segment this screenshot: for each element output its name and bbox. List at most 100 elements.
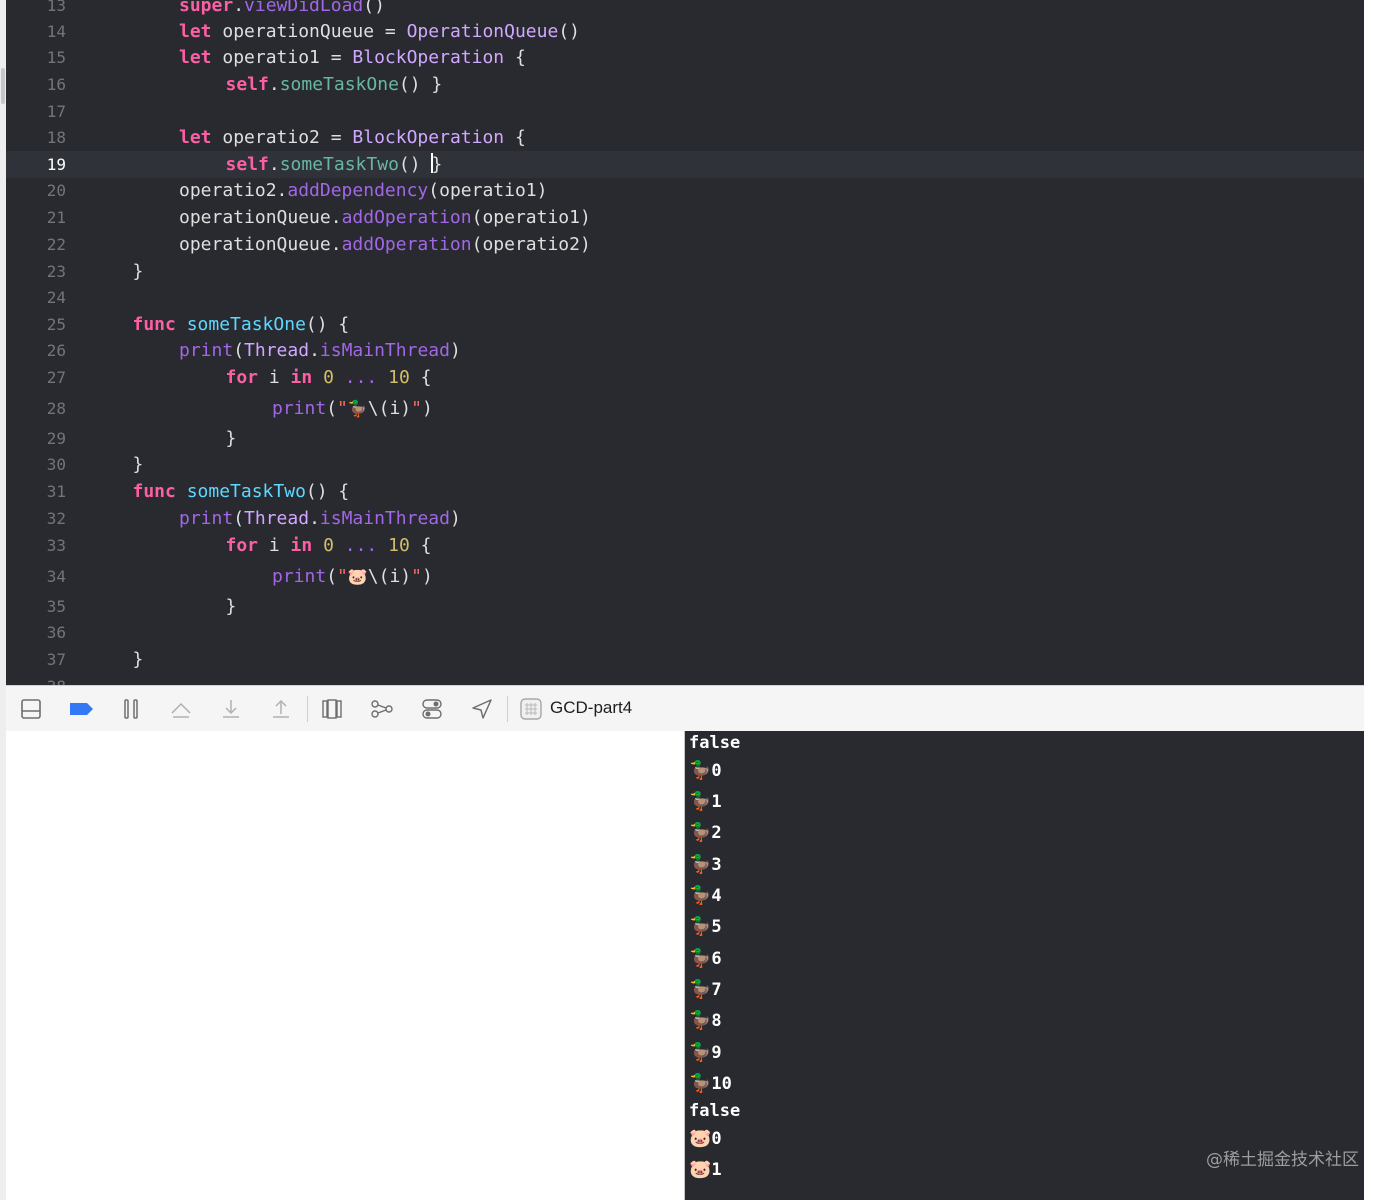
code-line[interactable]: 28 print("🦆\(i)") [6,395,1364,422]
line-number[interactable]: 27 [6,364,66,391]
code-line[interactable]: 18 let operatio2 = BlockOperation { [6,124,1364,151]
line-number[interactable]: 32 [6,505,66,532]
console-line[interactable]: 🦆0 [689,759,722,783]
console-line[interactable]: 🦆4 [689,884,722,908]
code-text[interactable]: } [133,646,144,673]
code-line[interactable]: 21 operationQueue.addOperation(operatio1) [6,204,1364,231]
pause-continue-button[interactable] [118,696,144,722]
code-line[interactable]: 29} [6,425,1364,452]
line-number[interactable]: 21 [6,204,66,231]
console-line[interactable]: 🦆1 [689,790,722,814]
code-line[interactable]: 15 let operatio1 = BlockOperation { [6,44,1364,71]
console-line[interactable]: 🦆6 [689,947,722,971]
code-text[interactable]: print("🦆\(i)") [272,395,433,422]
code-text[interactable]: print(Thread.isMainThread) [179,505,461,532]
code-line[interactable]: 31 func someTaskTwo() { [6,478,1364,505]
code-text[interactable]: func someTaskTwo() { [133,478,350,505]
environment-overrides-button[interactable] [419,696,445,722]
line-number[interactable]: 20 [6,177,66,204]
memory-graph-button[interactable] [369,696,395,722]
line-number[interactable]: 29 [6,425,66,452]
code-text[interactable]: } [226,593,237,620]
code-text[interactable]: operatio2.addDependency(operatio1) [179,177,547,204]
console-output[interactable]: false 🦆0 🦆1 🦆2 🦆3 🦆4 🦆5 🦆6 🦆7 🦆8 🦆9 🦆10 false 🐷0 🐷1 [685,731,1364,1200]
debug-view-hierarchy-button[interactable] [319,696,345,722]
code-line[interactable]: 26 print(Thread.isMainThread) [6,337,1364,364]
code-text[interactable]: let operatio2 = BlockOperation { [179,124,526,151]
line-number[interactable]: 28 [6,395,66,422]
code-line[interactable]: 17 [6,98,1364,125]
code-text[interactable]: operationQueue.addOperation(operatio1) [179,204,591,231]
code-text[interactable]: print(Thread.isMainThread) [179,337,461,364]
console-line[interactable]: 🦆7 [689,978,722,1002]
line-number[interactable]: 26 [6,337,66,364]
console-line[interactable]: 🐷0 [689,1127,722,1151]
code-text[interactable]: self.someTaskTwo() } [226,151,442,178]
console-line[interactable]: 🦆5 [689,915,722,939]
line-number[interactable]: 33 [6,532,66,559]
breakpoints-toggle-button[interactable] [68,696,94,722]
line-number[interactable]: 23 [6,258,66,285]
step-out-button[interactable] [268,696,294,722]
code-line[interactable]: 19 self.someTaskTwo() } [6,151,1364,178]
code-line[interactable]: 24 [6,284,1364,311]
code-line[interactable]: 14 let operationQueue = OperationQueue() [6,18,1364,45]
scroll-thumb[interactable] [1,68,5,104]
line-number[interactable]: 19 [6,151,66,178]
line-number[interactable]: 14 [6,18,66,45]
step-into-button[interactable] [218,696,244,722]
code-line[interactable]: 20 operatio2.addDependency(operatio1) [6,177,1364,204]
line-number[interactable]: 18 [6,124,66,151]
code-line[interactable]: 22 operationQueue.addOperation(operatio2) [6,231,1364,258]
line-number[interactable]: 17 [6,98,66,125]
console-line[interactable]: 🦆9 [689,1041,722,1065]
code-line[interactable]: 35} [6,593,1364,620]
line-number[interactable]: 16 [6,71,66,98]
code-line[interactable]: 27 for i in 0 ... 10 { [6,364,1364,391]
code-line[interactable]: 32 print(Thread.isMainThread) [6,505,1364,532]
code-text[interactable]: } [133,258,144,285]
code-text[interactable]: self.someTaskOne() } [226,71,443,98]
code-text[interactable]: let operationQueue = OperationQueue() [179,18,580,45]
line-number[interactable]: 37 [6,646,66,673]
code-line[interactable]: 13 super.viewDidLoad() [6,0,1364,19]
code-text[interactable]: let operatio1 = BlockOperation { [179,44,526,71]
line-number[interactable]: 30 [6,451,66,478]
code-text[interactable]: super.viewDidLoad() [179,0,385,19]
line-number[interactable]: 38 [6,673,66,685]
code-line[interactable]: 37} [6,646,1364,673]
console-line[interactable]: false [689,1099,740,1123]
console-line[interactable]: false [689,731,740,755]
console-line[interactable]: 🐷1 [689,1158,722,1182]
line-number[interactable]: 15 [6,44,66,71]
code-text[interactable]: for i in 0 ... 10 { [226,364,432,391]
code-line[interactable]: 33 for i in 0 ... 10 { [6,532,1364,559]
code-line[interactable]: 16 self.someTaskOne() } [6,71,1364,98]
code-text[interactable]: for i in 0 ... 10 { [226,532,432,559]
simulate-location-button[interactable] [469,696,495,722]
console-line[interactable]: 🦆3 [689,853,722,877]
line-number[interactable]: 34 [6,563,66,590]
code-line[interactable]: 36 [6,619,1364,646]
hide-debug-area-button[interactable] [18,696,44,722]
target-name[interactable]: GCD-part4 [550,698,632,718]
line-number[interactable]: 24 [6,284,66,311]
code-text[interactable]: } [133,451,144,478]
console-line[interactable]: 🦆2 [689,821,722,845]
code-text[interactable]: operationQueue.addOperation(operatio2) [179,231,591,258]
code-line[interactable]: 25 func someTaskOne() { [6,311,1364,338]
line-number[interactable]: 22 [6,231,66,258]
line-number[interactable]: 31 [6,478,66,505]
variables-view[interactable] [6,731,684,1200]
code-line[interactable]: 34 print("🐷\(i)") [6,563,1364,590]
code-line[interactable]: 23} [6,258,1364,285]
code-editor[interactable]: 13 super.viewDidLoad() 14 let operationQueu… [6,0,1364,685]
code-text[interactable]: } [226,425,237,452]
step-over-button[interactable] [168,696,194,722]
line-number[interactable]: 25 [6,311,66,338]
code-text[interactable]: print("🐷\(i)") [272,563,433,590]
code-line[interactable]: 30} [6,451,1364,478]
console-line[interactable]: 🦆8 [689,1009,722,1033]
line-number[interactable]: 35 [6,593,66,620]
line-number[interactable]: 36 [6,619,66,646]
